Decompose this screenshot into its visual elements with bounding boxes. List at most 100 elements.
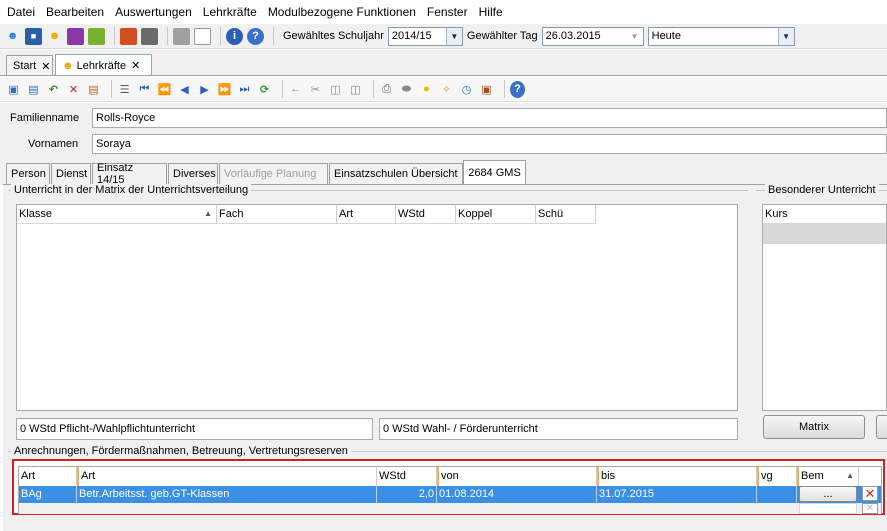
- monitor-green-icon[interactable]: [88, 27, 105, 45]
- main-toolbar: ☻ ■ ☻ i ? Gewähltes Schuljahr 2014/15 ▼ …: [0, 24, 887, 49]
- column-header-wstd[interactable]: WStd: [396, 205, 456, 224]
- last-record-icon[interactable]: ⏭: [237, 81, 252, 98]
- column-header-bis[interactable]: bis: [597, 467, 757, 486]
- column-header-label: Klasse: [19, 208, 53, 220]
- copy-icon[interactable]: [173, 27, 190, 45]
- paste-icon[interactable]: ◫: [348, 81, 363, 98]
- people-group-icon[interactable]: ☻: [4, 28, 21, 45]
- new-record-icon[interactable]: ▣: [6, 81, 21, 98]
- vornamen-field[interactable]: Soraya: [92, 134, 887, 154]
- arrow-left-icon[interactable]: ←: [288, 81, 303, 98]
- menu-hilfe[interactable]: Hilfe: [476, 5, 511, 19]
- info-icon[interactable]: i: [226, 27, 243, 45]
- column-header-von[interactable]: von: [437, 467, 597, 486]
- column-header-bem[interactable]: Bem ▲: [797, 467, 859, 486]
- delete-icon[interactable]: ✕: [66, 81, 81, 98]
- column-header-wstd[interactable]: WStd: [377, 467, 437, 486]
- menu-auswertungen[interactable]: Auswertungen: [112, 5, 200, 19]
- column-header-art-code[interactable]: Art: [19, 467, 77, 486]
- column-header-vg[interactable]: vg: [757, 467, 797, 486]
- toolbar-separator: [114, 27, 115, 45]
- matrix-button[interactable]: Matrix: [763, 415, 865, 439]
- clock-icon[interactable]: ◷: [459, 81, 474, 98]
- column-header-klasse[interactable]: Klasse ▲: [17, 205, 217, 224]
- book-icon[interactable]: [120, 27, 137, 45]
- next-icon[interactable]: ▶: [197, 81, 212, 98]
- delete-row-icon-disabled: ✕: [862, 503, 878, 514]
- chevron-down-icon[interactable]: ▼: [777, 27, 794, 45]
- help-icon[interactable]: ?: [510, 80, 525, 98]
- column-header-fach[interactable]: Fach: [217, 205, 337, 224]
- familienname-field[interactable]: Rolls-Royce: [92, 108, 887, 128]
- secondary-button[interactable]: [876, 415, 887, 439]
- calculator-icon[interactable]: [141, 27, 158, 45]
- fast-forward-icon[interactable]: ⏩: [217, 81, 232, 98]
- menu-fenster[interactable]: Fenster: [424, 5, 476, 19]
- tab-diverses[interactable]: Diverses: [168, 163, 218, 185]
- toolbar-separator: [111, 80, 112, 98]
- delete-row-icon[interactable]: ✕: [862, 486, 878, 501]
- tab-start[interactable]: Start ✕: [6, 55, 53, 76]
- teachers-icon[interactable]: ☻: [46, 28, 63, 45]
- refresh-icon[interactable]: ⟳: [257, 81, 272, 98]
- calendar-icon[interactable]: [194, 27, 211, 45]
- tab-lehrkraefte[interactable]: ☻ Lehrkräfte ✕: [55, 54, 152, 76]
- tab-einsatz[interactable]: Einsatz 14/15: [92, 162, 167, 186]
- menu-lehrkraefte[interactable]: Lehrkräfte: [200, 5, 265, 19]
- schuljahr-value: 2014/15: [391, 30, 432, 42]
- bem-ellipsis-button[interactable]: ...: [799, 486, 857, 502]
- column-header-art[interactable]: Art: [77, 467, 377, 486]
- lightbulb-icon[interactable]: ●: [419, 81, 434, 98]
- anrechnungen-grid[interactable]: Art Art WStd von bis vg Bem ▲ BAg Betr.A…: [18, 466, 882, 514]
- teachers-icon: ☻: [62, 59, 74, 72]
- monitor-purple-icon[interactable]: [67, 27, 84, 45]
- close-icon[interactable]: ✕: [41, 60, 50, 73]
- toolbar-separator: [373, 80, 374, 98]
- previous-icon[interactable]: ◀: [177, 81, 192, 98]
- column-header-schue[interactable]: Schü: [536, 205, 596, 224]
- save-icon[interactable]: ▤: [26, 81, 41, 98]
- form-icon[interactable]: ▤: [86, 81, 101, 98]
- toolbar-separator: [282, 80, 283, 98]
- menu-datei[interactable]: Datei: [4, 5, 43, 19]
- unterricht-group-title: Unterricht in der Matrix der Unterrichts…: [11, 184, 252, 196]
- chevron-down-icon[interactable]: ▼: [626, 27, 643, 45]
- tab-vorlaeufige-planung: Vorläufige Planung: [219, 163, 328, 185]
- toolbar-separator: [220, 27, 221, 45]
- detail-tabs: Person Dienst Einsatz 14/15 Diverses Vor…: [0, 159, 887, 186]
- chevron-down-icon[interactable]: ▼: [445, 27, 462, 45]
- help-icon[interactable]: ?: [247, 27, 264, 45]
- eraser-icon[interactable]: ⬬: [399, 81, 414, 98]
- besonderer-grid[interactable]: Kurs: [762, 204, 887, 411]
- tab-person[interactable]: Person: [6, 163, 50, 185]
- bus-icon[interactable]: ■: [25, 27, 42, 45]
- tab-dienst[interactable]: Dienst: [51, 163, 91, 185]
- column-header-art[interactable]: Art: [337, 205, 396, 224]
- scissors-icon[interactable]: ✂: [308, 81, 323, 98]
- fast-back-icon[interactable]: ⏪: [157, 81, 172, 98]
- column-header-koppel[interactable]: Koppel: [456, 205, 536, 224]
- contact-card-icon[interactable]: ▣: [479, 81, 494, 98]
- tab-2684-gms[interactable]: 2684 GMS: [463, 160, 526, 185]
- cell-von: 01.08.2014: [437, 486, 597, 503]
- vornamen-label: Vornamen: [28, 138, 79, 150]
- close-icon[interactable]: ✕: [131, 59, 140, 72]
- besonderer-selected-row[interactable]: [763, 224, 886, 244]
- undo-icon[interactable]: ↶: [46, 81, 61, 98]
- heute-select[interactable]: Heute ▼: [647, 26, 795, 46]
- new-row[interactable]: [19, 503, 881, 514]
- column-header-kurs[interactable]: Kurs: [763, 205, 886, 224]
- broom-icon[interactable]: ✧: [439, 81, 454, 98]
- print-icon[interactable]: ⎙: [379, 81, 394, 98]
- first-record-icon[interactable]: ⏮: [137, 81, 152, 98]
- schuljahr-select[interactable]: 2014/15 ▼: [387, 26, 463, 46]
- new-row-bem-cell[interactable]: [799, 503, 857, 514]
- menu-modulbezogene-funktionen[interactable]: Modulbezogene Funktionen: [265, 5, 424, 19]
- list-icon[interactable]: ☰: [117, 81, 132, 98]
- unterricht-grid[interactable]: Klasse ▲ Fach Art WStd Koppel Schü: [16, 204, 738, 411]
- table-row[interactable]: BAg Betr.Arbeitsst. geb.GT-Klassen 2,0 0…: [19, 486, 881, 503]
- tab-einsatzschulen-uebersicht[interactable]: Einsatzschulen Übersicht: [329, 163, 463, 185]
- menu-bearbeiten[interactable]: Bearbeiten: [43, 5, 112, 19]
- tag-date-picker[interactable]: 26.03.2015 ▼: [541, 26, 644, 46]
- copy-icon[interactable]: ◫: [328, 81, 343, 98]
